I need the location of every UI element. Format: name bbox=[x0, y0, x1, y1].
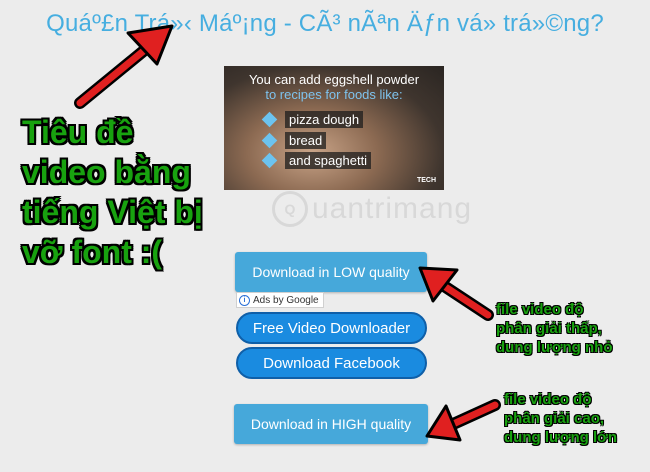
arrow-to-title-icon bbox=[74, 24, 174, 109]
annotation-arrows bbox=[74, 24, 501, 442]
arrow-to-low-quality-icon bbox=[418, 266, 494, 321]
arrow-to-high-quality-icon bbox=[425, 399, 501, 442]
